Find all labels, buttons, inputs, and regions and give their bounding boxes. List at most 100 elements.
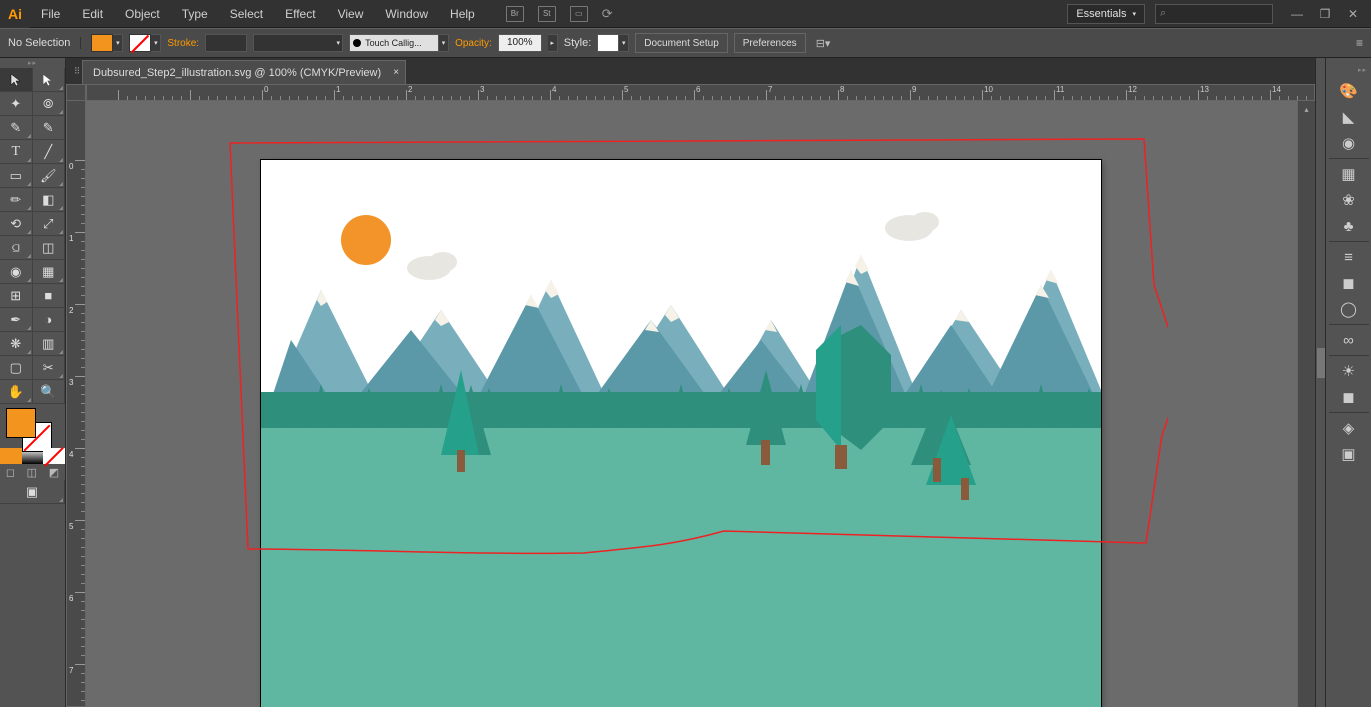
menu-select[interactable]: Select — [219, 0, 274, 28]
symbol-sprayer-tool[interactable]: ❋ — [0, 332, 33, 356]
slice-tool[interactable]: ✂ — [33, 356, 66, 380]
artboards-panel-icon[interactable]: ▣ — [1334, 441, 1364, 467]
layers-panel-icon[interactable]: ◈ — [1334, 415, 1364, 441]
brush-definition[interactable]: Touch Callig... — [349, 34, 439, 52]
fill-swatch[interactable] — [91, 34, 113, 52]
color-mode-solid[interactable] — [0, 448, 22, 464]
workspace-switcher[interactable]: Essentials ▾ — [1067, 4, 1145, 24]
draw-behind-icon[interactable]: ◫ — [27, 466, 37, 479]
stroke-profile[interactable]: ▾ — [253, 34, 343, 52]
type-tool[interactable]: T — [0, 140, 33, 164]
arrange-icon[interactable]: ▭ — [570, 6, 588, 22]
close-tab-icon[interactable]: × — [393, 67, 399, 78]
preferences-button[interactable]: Preferences — [734, 33, 806, 53]
scroll-up-icon[interactable]: ▴ — [1298, 101, 1315, 117]
magic-wand-tool[interactable]: ✦ — [0, 92, 33, 116]
lasso-tool[interactable]: ⦾ — [33, 92, 66, 116]
align-icon[interactable]: ⊟▾ — [816, 37, 831, 50]
stroke-weight-input[interactable] — [205, 34, 247, 52]
swatches-panel-icon[interactable]: ◉ — [1334, 130, 1364, 156]
gradient-panel-icon[interactable]: ◼ — [1334, 270, 1364, 296]
pen-tool[interactable]: ✎ — [0, 116, 33, 140]
menu-view[interactable]: View — [327, 0, 375, 28]
perspective-tool[interactable]: ▦ — [33, 260, 66, 284]
mesh-tool[interactable]: ⊞ — [0, 284, 33, 308]
hand-tool[interactable]: ✋ — [0, 380, 33, 404]
width-tool[interactable]: ⫑ — [0, 236, 33, 260]
color-panel-icon[interactable]: 🎨 — [1334, 78, 1364, 104]
ruler-horizontal[interactable]: 01234567891011121314 — [86, 84, 1315, 101]
color-guide-icon[interactable]: ◣ — [1334, 104, 1364, 130]
stroke-panel-icon[interactable]: ≡ — [1334, 244, 1364, 270]
gradient-tool[interactable]: ■ — [33, 284, 66, 308]
symbols-panel-icon[interactable]: ❀ — [1334, 187, 1364, 213]
transparency-panel-icon[interactable]: ◯ — [1334, 296, 1364, 322]
menu-file[interactable]: File — [30, 0, 71, 28]
rectangle-tool[interactable]: ▭ — [0, 164, 33, 188]
menu-object[interactable]: Object — [114, 0, 171, 28]
tab-grip[interactable]: ⠿ — [72, 66, 82, 77]
document-setup-button[interactable]: Document Setup — [635, 33, 728, 53]
artboard-tool[interactable]: ▢ — [0, 356, 33, 380]
stock-icon[interactable]: St — [538, 6, 556, 22]
screen-mode-button[interactable]: ▣ — [0, 480, 65, 504]
minimize-button[interactable]: — — [1283, 4, 1311, 24]
line-tool[interactable]: ╱ — [33, 140, 66, 164]
scrub-thumb[interactable] — [1317, 348, 1325, 378]
document-tab-title: Dubsured_Step2_illustration.svg @ 100% (… — [93, 67, 381, 79]
style-dropdown[interactable]: ▾ — [619, 34, 629, 52]
panel-grip[interactable]: ▸▸ — [1358, 66, 1371, 74]
rotate-tool[interactable]: ⟲ — [0, 212, 33, 236]
eraser-tool[interactable]: ◧ — [33, 188, 66, 212]
draw-normal-icon[interactable]: ◻ — [6, 466, 15, 479]
menu-effect[interactable]: Effect — [274, 0, 326, 28]
graph-tool[interactable]: ▥ — [33, 332, 66, 356]
panel-menu-icon[interactable]: ≡ — [1356, 36, 1363, 50]
zoom-tool[interactable]: 🔍 — [33, 380, 66, 404]
eyedropper-tool[interactable]: ✒ — [0, 308, 33, 332]
close-button[interactable]: ✕ — [1339, 4, 1367, 24]
brush-dropdown[interactable]: ▾ — [439, 34, 449, 52]
scrollbar-vertical[interactable]: ▴ — [1297, 101, 1315, 707]
selection-tool[interactable] — [0, 68, 33, 92]
tools-grip[interactable]: ▸▸ — [0, 58, 65, 68]
ruler-origin[interactable] — [66, 84, 86, 101]
menu-edit[interactable]: Edit — [71, 0, 114, 28]
color-mode-none[interactable] — [43, 448, 65, 464]
search-field[interactable]: ⌕ — [1155, 4, 1273, 24]
curvature-tool[interactable]: ✎ — [33, 116, 66, 140]
draw-inside-icon[interactable]: ◩ — [49, 466, 59, 479]
scale-tool[interactable]: ⤢ — [33, 212, 66, 236]
menu-help[interactable]: Help — [439, 0, 486, 28]
logo: Ai — [0, 0, 30, 28]
ruler-vertical[interactable]: 01234567 — [66, 101, 86, 707]
direct-selection-tool[interactable] — [33, 68, 66, 92]
paintbrush-tool[interactable]: 🖌 — [33, 164, 66, 188]
cc-libraries-icon[interactable]: ∞ — [1334, 327, 1364, 353]
fill-color[interactable] — [6, 408, 36, 438]
appearance-panel-icon[interactable]: ☀ — [1334, 358, 1364, 384]
pencil-tool[interactable]: ✏ — [0, 188, 33, 212]
opacity-dropdown[interactable]: ▸ — [548, 34, 558, 52]
fill-stroke-indicator[interactable] — [0, 404, 65, 448]
graphic-styles-icon[interactable]: ◼ — [1334, 384, 1364, 410]
blend-tool[interactable]: ◑ — [33, 308, 66, 332]
bridge-icon[interactable]: Br — [506, 6, 524, 22]
stroke-dropdown[interactable]: ▾ — [151, 34, 161, 52]
style-swatch[interactable] — [597, 34, 619, 52]
right-scrub[interactable] — [1315, 58, 1325, 707]
canvas-stage[interactable] — [86, 101, 1297, 707]
right-panel-dock: ▸▸ 🎨 ◣ ◉ ▦ ❀ ♣ ≡ ◼ ◯ ∞ ☀ ◼ ◈ ▣ — [1325, 58, 1371, 707]
menu-type[interactable]: Type — [171, 0, 219, 28]
opacity-input[interactable]: 100% — [498, 34, 542, 52]
maximize-button[interactable]: ❐ — [1311, 4, 1339, 24]
free-transform-tool[interactable]: ◫ — [33, 236, 66, 260]
shape-builder-tool[interactable]: ◉ — [0, 260, 33, 284]
stroke-swatch[interactable] — [129, 34, 151, 52]
menu-window[interactable]: Window — [374, 0, 439, 28]
styles-panel-icon[interactable]: ♣ — [1334, 213, 1364, 239]
brushes-panel-icon[interactable]: ▦ — [1334, 161, 1364, 187]
document-tab[interactable]: Dubsured_Step2_illustration.svg @ 100% (… — [82, 60, 406, 84]
gpu-icon[interactable]: ⟳ — [602, 6, 613, 22]
fill-dropdown[interactable]: ▾ — [113, 34, 123, 52]
